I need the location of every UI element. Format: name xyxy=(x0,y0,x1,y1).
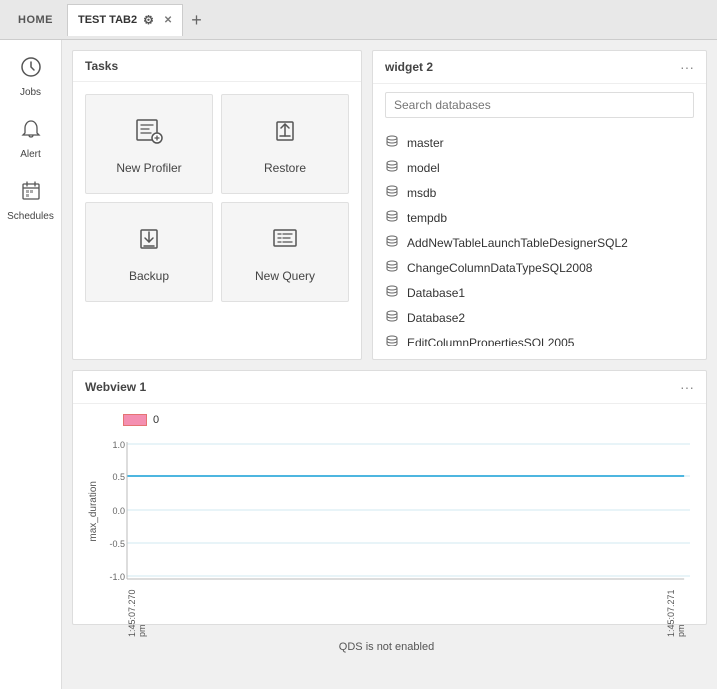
db-icon-model xyxy=(385,159,399,176)
db-name-tempdb: tempdb xyxy=(407,211,447,225)
tab-close-icon[interactable]: ✕ xyxy=(164,15,172,26)
content-area: Tasks New Profiler xyxy=(62,40,717,689)
db-widget-header: widget 2 ··· xyxy=(373,51,706,84)
sidebar-item-alert[interactable]: Alert xyxy=(3,110,59,168)
db-item-msdb[interactable]: msdb xyxy=(373,180,706,205)
ytick-neg0.5: -0.5 xyxy=(109,539,125,549)
ytick-1.0: 1.0 xyxy=(112,440,125,450)
backup-icon xyxy=(133,222,165,261)
db-name-changecolumn: ChangeColumnDataTypeSQL2008 xyxy=(407,261,592,275)
tasks-widget: Tasks New Profiler xyxy=(72,50,362,360)
chart-legend: 0 xyxy=(123,414,690,426)
backup-label: Backup xyxy=(129,269,169,283)
tab-add-button[interactable]: + xyxy=(183,11,210,29)
sidebar-item-jobs[interactable]: Jobs xyxy=(3,48,59,106)
restore-label: Restore xyxy=(264,161,306,175)
db-icon-changecolumn xyxy=(385,259,399,276)
chart-footer: QDS is not enabled xyxy=(83,637,690,661)
new-profiler-label: New Profiler xyxy=(116,161,181,175)
x-label-right: 1:45:07.271 pm xyxy=(666,591,686,637)
ytick-0.0: 0.0 xyxy=(112,506,125,516)
db-name-model: model xyxy=(407,161,440,175)
db-icon-database2 xyxy=(385,309,399,326)
sidebar-schedules-label: Schedules xyxy=(7,211,54,222)
db-icon-master xyxy=(385,134,399,151)
restore-icon xyxy=(269,114,301,153)
db-item-database2[interactable]: Database2 xyxy=(373,305,706,330)
tasks-widget-header: Tasks xyxy=(73,51,361,82)
legend-label: 0 xyxy=(153,414,159,426)
webview-widget-header: Webview 1 ··· xyxy=(73,371,706,404)
db-item-addnewtable[interactable]: AddNewTableLaunchTableDesignerSQL2 xyxy=(373,230,706,255)
active-tab[interactable]: TEST TAB2 ⚙ ✕ xyxy=(67,4,183,36)
alert-icon xyxy=(20,118,42,146)
db-item-tempdb[interactable]: tempdb xyxy=(373,205,706,230)
db-widget: widget 2 ··· master mode xyxy=(372,50,707,360)
db-icon-database1 xyxy=(385,284,399,301)
tasks-grid: New Profiler Restore xyxy=(73,82,361,314)
db-name-database2: Database2 xyxy=(407,311,465,325)
ytick-0.5: 0.5 xyxy=(112,472,125,482)
db-item-changecolumn[interactable]: ChangeColumnDataTypeSQL2008 xyxy=(373,255,706,280)
new-query-icon xyxy=(269,222,301,261)
sidebar-item-schedules[interactable]: Schedules xyxy=(3,172,59,230)
db-search-input[interactable] xyxy=(385,92,694,118)
db-name-master: master xyxy=(407,136,444,150)
tasks-title: Tasks xyxy=(85,59,118,73)
db-name-addnewtable: AddNewTableLaunchTableDesignerSQL2 xyxy=(407,236,628,250)
sidebar-alert-label: Alert xyxy=(20,149,41,160)
db-icon-msdb xyxy=(385,184,399,201)
jobs-icon xyxy=(20,56,42,84)
db-item-model[interactable]: model xyxy=(373,155,706,180)
sidebar-jobs-label: Jobs xyxy=(20,87,41,98)
task-backup[interactable]: Backup xyxy=(85,202,213,302)
task-new-query[interactable]: New Query xyxy=(221,202,349,302)
task-new-profiler[interactable]: New Profiler xyxy=(85,94,213,194)
new-profiler-icon xyxy=(133,114,165,153)
db-icon-addnewtable xyxy=(385,234,399,251)
db-name-editcolumn: EditColumnPropertiesSQL2005 xyxy=(407,336,574,347)
y-axis-label: max_duration xyxy=(88,481,99,542)
schedules-icon xyxy=(20,180,42,208)
db-widget-title: widget 2 xyxy=(385,60,433,74)
webview-title: Webview 1 xyxy=(85,380,146,394)
top-row: Tasks New Profiler xyxy=(72,50,707,360)
tab-pin-icon[interactable]: ⚙ xyxy=(143,13,154,27)
chart-footer-text: QDS is not enabled xyxy=(339,641,434,653)
x-label-left: 1:45:07.270 pm xyxy=(127,591,147,637)
db-icon-editcolumn xyxy=(385,334,399,346)
webview-widget: Webview 1 ··· 0 max_duration xyxy=(72,370,707,625)
db-name-msdb: msdb xyxy=(407,186,436,200)
chart-svg: 1.0 0.5 0.0 -0.5 -1.0 xyxy=(103,434,690,589)
db-name-database1: Database1 xyxy=(407,286,465,300)
ytick-neg1.0: -1.0 xyxy=(109,572,125,582)
home-label[interactable]: HOME xyxy=(8,14,63,26)
db-item-editcolumn[interactable]: EditColumnPropertiesSQL2005 xyxy=(373,330,706,346)
db-icon-tempdb xyxy=(385,209,399,226)
db-widget-menu[interactable]: ··· xyxy=(680,59,694,75)
top-bar: HOME TEST TAB2 ⚙ ✕ + xyxy=(0,0,717,40)
new-query-label: New Query xyxy=(255,269,315,283)
legend-color-box xyxy=(123,414,147,426)
db-list: master model msdb xyxy=(373,126,706,346)
task-restore[interactable]: Restore xyxy=(221,94,349,194)
main-layout: Jobs Alert Sched xyxy=(0,40,717,689)
db-item-database1[interactable]: Database1 xyxy=(373,280,706,305)
sidebar: Jobs Alert Sched xyxy=(0,40,62,689)
chart-area: 0 max_duration 1.0 xyxy=(73,404,706,624)
tab-label: TEST TAB2 xyxy=(78,14,137,26)
webview-menu[interactable]: ··· xyxy=(680,379,694,395)
db-item-master[interactable]: master xyxy=(373,130,706,155)
